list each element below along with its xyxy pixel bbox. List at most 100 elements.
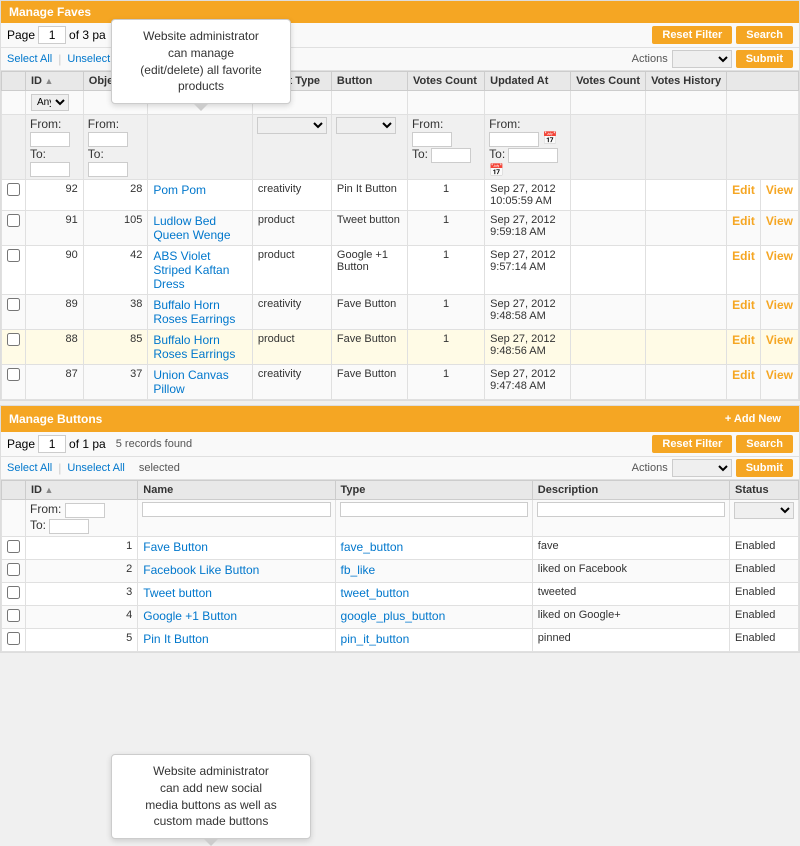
buttons-row-name-link[interactable]: Pin It Button (143, 632, 208, 646)
buttons-right-buttons: Reset Filter Search (652, 435, 793, 453)
faves-row-checkbox[interactable] (7, 333, 20, 346)
faves-row-edit-link[interactable]: Edit (732, 333, 755, 347)
faves-filter-type[interactable] (257, 117, 327, 134)
buttons-page-total: of 1 pa (69, 437, 106, 451)
buttons-row-type-link[interactable]: fave_button (341, 540, 404, 554)
buttons-search-button[interactable]: Search (736, 435, 793, 453)
faves-row-view-link[interactable]: View (766, 249, 793, 263)
faves-row-name-link[interactable]: Ludlow Bed Queen Wenge (153, 214, 230, 242)
faves-row-view-link[interactable]: View (766, 183, 793, 197)
faves-filter-id-from[interactable] (30, 132, 70, 147)
buttons-submit-button[interactable]: Submit (736, 459, 793, 477)
faves-section: Manage Faves Website administratorcan ma… (0, 0, 800, 401)
faves-filter-id-to[interactable] (30, 162, 70, 177)
faves-row-name-link[interactable]: Buffalo Horn Roses Earrings (153, 298, 235, 326)
list-item: 5 Pin It Button pin_it_button pinned Ena… (2, 629, 799, 652)
faves-filter-oid-to[interactable] (88, 162, 128, 177)
faves-th-actions (727, 72, 799, 91)
faves-any-select[interactable]: Any (31, 94, 69, 111)
faves-row-name-link[interactable]: Pom Pom (153, 183, 206, 197)
faves-search-button[interactable]: Search (736, 26, 793, 44)
buttons-row-checkbox[interactable] (7, 609, 20, 622)
faves-row-checkbox[interactable] (7, 183, 20, 196)
faves-select-all-link[interactable]: Select All (7, 53, 52, 65)
faves-row-checkbox[interactable] (7, 368, 20, 381)
faves-th-check (2, 72, 26, 91)
faves-row-name-link[interactable]: ABS Violet Striped Kaftan Dress (153, 249, 229, 291)
faves-filter-updated-to[interactable] (508, 148, 558, 163)
buttons-unselect-all-link[interactable]: Unselect All (67, 462, 124, 474)
table-row: 90 42 ABS Violet Striped Kaftan Dress pr… (2, 246, 799, 295)
faves-row-view-link[interactable]: View (766, 214, 793, 228)
buttons-filter-status[interactable] (734, 502, 794, 519)
table-row: 89 38 Buffalo Horn Roses Earrings creati… (2, 295, 799, 330)
faves-table: ID Object Id Object Name Object Type But… (1, 71, 799, 400)
buttons-row-checkbox[interactable] (7, 540, 20, 553)
buttons-row-name-link[interactable]: Google +1 Button (143, 609, 237, 623)
buttons-row-type-link[interactable]: tweet_button (341, 586, 410, 600)
buttons-filter-row: From: To: (2, 500, 799, 537)
buttons-row-type-link[interactable]: fb_like (341, 563, 376, 577)
buttons-row-checkbox[interactable] (7, 563, 20, 576)
buttons-th-id[interactable]: ID (26, 481, 138, 500)
faves-row-edit-link[interactable]: Edit (732, 368, 755, 382)
buttons-filter-desc[interactable] (537, 502, 725, 517)
buttons-row-name-link[interactable]: Tweet button (143, 586, 212, 600)
faves-filter-updated-from[interactable] (489, 132, 539, 147)
faves-actions-select[interactable] (672, 50, 732, 68)
faves-row-view-link[interactable]: View (766, 368, 793, 382)
buttons-reset-filter-button[interactable]: Reset Filter (652, 435, 732, 453)
faves-row-name-link[interactable]: Union Canvas Pillow (153, 368, 228, 396)
faves-page-total: of 3 pa (69, 28, 106, 42)
buttons-header: Manage Buttons + Add New (1, 406, 799, 432)
faves-filter-button[interactable] (336, 117, 396, 134)
faves-filter-votes-from[interactable] (412, 132, 452, 147)
buttons-header-row: ID Name Type Description Status (2, 481, 799, 500)
faves-row-view-link[interactable]: View (766, 333, 793, 347)
faves-actions: Actions Submit (632, 50, 793, 68)
buttons-filter-name[interactable] (142, 502, 330, 517)
list-item: 2 Facebook Like Button fb_like liked on … (2, 560, 799, 583)
faves-row-edit-link[interactable]: Edit (732, 298, 755, 312)
buttons-section: Manage Buttons + Add New Website adminis… (0, 405, 800, 653)
buttons-page-input[interactable]: 1 (38, 435, 66, 453)
faves-row-name-link[interactable]: Buffalo Horn Roses Earrings (153, 333, 235, 361)
faves-filter-votes-to[interactable] (431, 148, 471, 163)
faves-th-updated-at: Updated At (485, 72, 571, 91)
buttons-selected-info: selected (139, 462, 180, 474)
buttons-row-checkbox[interactable] (7, 586, 20, 599)
buttons-select-all-link[interactable]: Select All (7, 462, 52, 474)
faves-row-checkbox[interactable] (7, 298, 20, 311)
faves-title: Manage Faves (9, 5, 91, 19)
faves-row-view-link[interactable]: View (766, 298, 793, 312)
buttons-page-info: Page 1 of 1 pa (7, 435, 106, 453)
faves-th-button: Button (331, 72, 407, 91)
buttons-row-type-link[interactable]: pin_it_button (341, 632, 410, 646)
buttons-add-new-button[interactable]: + Add New (715, 410, 791, 428)
table-row: 91 105 Ludlow Bed Queen Wenge product Tw… (2, 211, 799, 246)
faves-page-info: Page 1 of 3 pa (7, 26, 106, 44)
buttons-page-label: Page (7, 437, 35, 451)
faves-reset-filter-button[interactable]: Reset Filter (652, 26, 732, 44)
buttons-row-name-link[interactable]: Fave Button (143, 540, 208, 554)
buttons-row-type-link[interactable]: google_plus_button (341, 609, 446, 623)
faves-th-votes-count: Votes Count (407, 72, 484, 91)
buttons-filter-id-to[interactable] (49, 519, 89, 534)
faves-page-input[interactable]: 1 (38, 26, 66, 44)
buttons-row-checkbox[interactable] (7, 632, 20, 645)
faves-row-checkbox[interactable] (7, 249, 20, 262)
faves-row-edit-link[interactable]: Edit (732, 214, 755, 228)
faves-submit-button[interactable]: Submit (736, 50, 793, 68)
faves-filter-oid-from[interactable] (88, 132, 128, 147)
buttons-actions-select[interactable] (672, 459, 732, 477)
buttons-tbody: 1 Fave Button fave_button fave Enabled 2… (2, 537, 799, 652)
buttons-filter-id-from[interactable] (65, 503, 105, 518)
faves-th-id[interactable]: ID (26, 72, 84, 91)
buttons-tooltip: Website administratorcan add new socialm… (111, 754, 311, 839)
buttons-th-type: Type (335, 481, 532, 500)
faves-row-edit-link[interactable]: Edit (732, 183, 755, 197)
buttons-filter-type[interactable] (340, 502, 528, 517)
buttons-row-name-link[interactable]: Facebook Like Button (143, 563, 259, 577)
faves-row-edit-link[interactable]: Edit (732, 249, 755, 263)
faves-row-checkbox[interactable] (7, 214, 20, 227)
